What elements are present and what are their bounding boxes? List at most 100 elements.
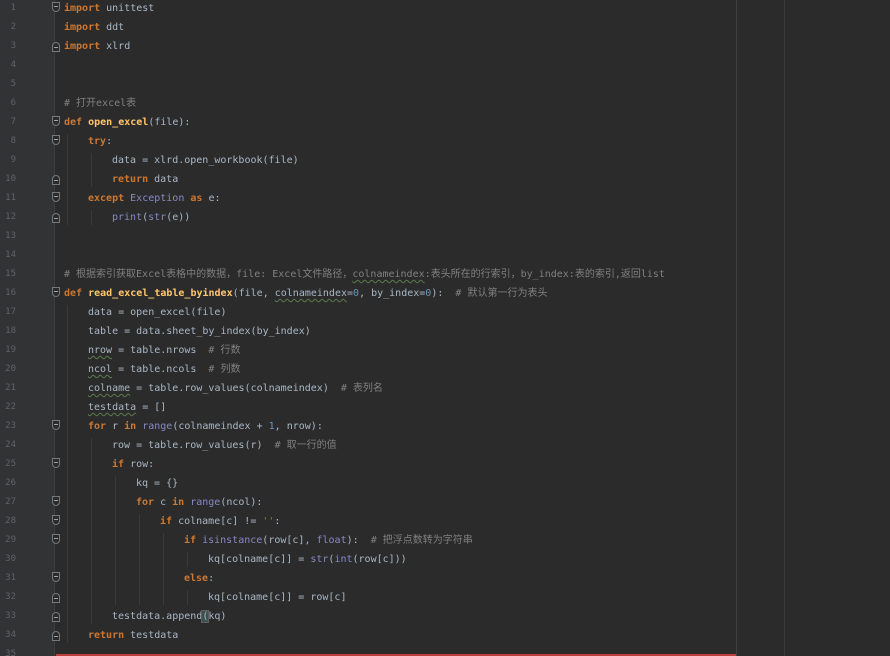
code-text: testdata = []	[88, 398, 166, 417]
code-line[interactable]: 11 except Exception as e:	[0, 189, 780, 208]
code-text: import ddt	[64, 18, 124, 37]
code-line[interactable]: 12 print(str(e))	[0, 208, 780, 227]
fold-collapse-icon[interactable]	[52, 515, 60, 525]
code-token: e:	[202, 193, 221, 204]
code-line[interactable]: 22 testdata = []	[0, 398, 780, 417]
code-token: ddt	[100, 22, 125, 33]
code-line[interactable]: 3 import xlrd	[0, 37, 780, 56]
fold-end-icon[interactable]	[52, 631, 60, 641]
line-number: 11	[5, 193, 16, 203]
fold-collapse-icon[interactable]	[52, 116, 60, 126]
code-line[interactable]: 4	[0, 56, 780, 75]
code-line[interactable]: 17 data = open_excel(file)	[0, 303, 780, 322]
line-number: 17	[5, 307, 16, 317]
fold-collapse-icon[interactable]	[52, 534, 60, 544]
line-number: 28	[5, 516, 16, 526]
code-token: for	[88, 421, 107, 432]
code-line[interactable]: 10 return data	[0, 170, 780, 189]
line-number: 34	[5, 630, 16, 640]
code-line[interactable]: 9 data = xlrd.open_workbook(file)	[0, 151, 780, 170]
fold-end-icon[interactable]	[52, 175, 60, 185]
code-token: in	[124, 421, 137, 432]
code-token: range	[142, 421, 173, 432]
code-text: import unittest	[64, 0, 154, 18]
code-line[interactable]: 13	[0, 227, 780, 246]
code-token: return	[88, 630, 125, 641]
code-line[interactable]: 28 if colname[c] != '':	[0, 512, 780, 531]
code-token: (colnameindex +	[172, 421, 269, 432]
code-token: c	[154, 497, 173, 508]
code-token: kq[colname[c]] =	[208, 554, 311, 565]
code-line[interactable]: 32 kq[colname[c]] = row[c]	[0, 588, 780, 607]
code-line[interactable]: 15 # 根据索引获取Excel表格中的数据，file: Excel文件路径，co…	[0, 265, 780, 284]
code-text: kq[colname[c]] = str(int(row[c]))	[208, 550, 407, 569]
code-line[interactable]: 18 table = data.sheet_by_index(by_index)	[0, 322, 780, 341]
code-line[interactable]: 24 row = table.row_values(r) # 取一行的值	[0, 436, 780, 455]
code-token: # 把浮点数转为字符串	[370, 535, 473, 546]
code-token: def	[64, 117, 89, 128]
code-token: (row[c],	[262, 535, 317, 546]
code-token: in	[172, 497, 185, 508]
code-editor[interactable]: 1 import unittest 2 import ddt 3 import xlrd 4…	[0, 0, 890, 656]
code-line[interactable]: 27 for c in range(ncol):	[0, 493, 780, 512]
fold-collapse-icon[interactable]	[52, 496, 60, 506]
code-line[interactable]: 29 if isinstance(row[c], float): # 把浮点数转为…	[0, 531, 780, 550]
code-line[interactable]: 8 try:	[0, 132, 780, 151]
code-line[interactable]: 16 def read_excel_table_byindex(file, col…	[0, 284, 780, 303]
code-line[interactable]: 31 else:	[0, 569, 780, 588]
line-number: 30	[5, 554, 16, 564]
code-text: for c in range(ncol):	[136, 493, 262, 512]
fold-collapse-icon[interactable]	[52, 2, 60, 12]
code-token: = table.nrows	[112, 345, 209, 356]
code-line[interactable]: 25 if row:	[0, 455, 780, 474]
line-number: 1	[10, 3, 16, 13]
fold-end-icon[interactable]	[52, 612, 60, 622]
code-line[interactable]: 2 import ddt	[0, 18, 780, 37]
code-line[interactable]: 34 return testdata	[0, 626, 780, 645]
code-token: (ncol):	[220, 497, 263, 508]
code-line[interactable]: 33 testdata.append(kq)	[0, 607, 780, 626]
code-text: for r in range(colnameindex + 1, nrow):	[88, 417, 323, 436]
code-line[interactable]: 26 kq = {}	[0, 474, 780, 493]
code-text: colname = table.row_values(colnameindex)…	[88, 379, 383, 398]
code-line[interactable]: 20 ncol = table.ncols # 列数	[0, 360, 780, 379]
code-line[interactable]: 30 kq[colname[c]] = str(int(row[c]))	[0, 550, 780, 569]
code-token: (file,	[232, 288, 275, 299]
code-token: colname[c] !=	[172, 516, 263, 527]
code-line[interactable]: 14	[0, 246, 780, 265]
code-line[interactable]: 6 # 打开excel表	[0, 94, 780, 113]
code-text: try:	[88, 132, 112, 151]
line-number: 15	[5, 269, 16, 279]
fold-collapse-icon[interactable]	[52, 192, 60, 202]
code-token: colnameindex	[352, 269, 425, 280]
fold-end-icon[interactable]	[52, 213, 60, 223]
code-token: nrow	[88, 345, 113, 356]
line-number: 9	[10, 155, 16, 165]
code-token: kq)	[208, 611, 227, 622]
fold-collapse-icon[interactable]	[52, 572, 60, 582]
code-line[interactable]: 5	[0, 75, 780, 94]
fold-collapse-icon[interactable]	[52, 458, 60, 468]
line-number: 21	[5, 383, 16, 393]
line-number: 26	[5, 478, 16, 488]
fold-collapse-icon[interactable]	[52, 420, 60, 430]
line-number: 2	[10, 22, 16, 32]
code-line[interactable]: 21 colname = table.row_values(colnameinde…	[0, 379, 780, 398]
code-line[interactable]: 7 def open_excel(file):	[0, 113, 780, 132]
fold-collapse-icon[interactable]	[52, 287, 60, 297]
line-number: 27	[5, 497, 16, 507]
code-text: print(str(e))	[112, 208, 190, 227]
fold-end-icon[interactable]	[52, 42, 60, 52]
code-token: str	[148, 212, 167, 223]
code-line[interactable]: 23 for r in range(colnameindex + 1, nrow)…	[0, 417, 780, 436]
fold-collapse-icon[interactable]	[52, 135, 60, 145]
code-line[interactable]: 19 nrow = table.nrows # 行数	[0, 341, 780, 360]
code-token: # 表列名	[340, 383, 383, 394]
code-token: ncol	[88, 364, 113, 375]
code-token: if	[112, 459, 125, 470]
code-token: # 列数	[208, 364, 241, 375]
code-text: table = data.sheet_by_index(by_index)	[88, 322, 311, 341]
code-line[interactable]: 1 import unittest	[0, 0, 780, 18]
fold-end-icon[interactable]	[52, 593, 60, 603]
code-token: r	[106, 421, 125, 432]
